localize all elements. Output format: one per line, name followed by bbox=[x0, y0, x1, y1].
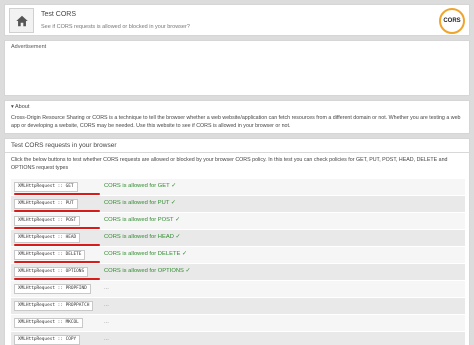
result-text: CORS is allowed for POST ✓ bbox=[104, 217, 180, 223]
annotation-underline bbox=[14, 193, 100, 195]
annotation-underline bbox=[14, 244, 100, 246]
test-row: XMLHttpRequest :: DELETE CORS is allowed… bbox=[11, 247, 465, 263]
request-button-proppatch[interactable]: XMLHttpRequest :: PROPPATCH bbox=[14, 301, 94, 311]
request-button-delete[interactable]: XMLHttpRequest :: DELETE bbox=[14, 250, 86, 260]
advertisement-label: Advertisement bbox=[11, 44, 47, 50]
test-row: XMLHttpRequest :: POST CORS is allowed f… bbox=[11, 213, 465, 229]
tests-panel: Test CORS requests in your browser Click… bbox=[4, 138, 470, 345]
page-title: Test CORS bbox=[41, 11, 77, 18]
annotation-underline bbox=[14, 210, 100, 212]
request-button-get[interactable]: XMLHttpRequest :: GET bbox=[14, 182, 78, 192]
about-panel: ▾ About Cross-Origin Resource Sharing or… bbox=[4, 100, 470, 134]
about-text: Cross-Origin Resource Sharing or CORS is… bbox=[11, 115, 461, 129]
test-row: XMLHttpRequest :: PROPPATCH ... bbox=[11, 298, 465, 314]
request-button-head[interactable]: XMLHttpRequest :: HEAD bbox=[14, 233, 81, 243]
cors-logo: CORS bbox=[439, 8, 465, 34]
request-button-copy[interactable]: XMLHttpRequest :: COPY bbox=[14, 335, 81, 345]
test-row: XMLHttpRequest :: HEAD CORS is allowed f… bbox=[11, 230, 465, 246]
about-toggle[interactable]: ▾ About bbox=[11, 104, 29, 110]
advertisement-panel: Advertisement bbox=[4, 40, 470, 96]
request-button-post[interactable]: XMLHttpRequest :: POST bbox=[14, 216, 81, 226]
result-text: ... bbox=[104, 319, 109, 325]
result-text: CORS is allowed for HEAD ✓ bbox=[104, 234, 181, 240]
result-text: CORS is allowed for DELETE ✓ bbox=[104, 251, 187, 257]
divider bbox=[5, 152, 469, 153]
page-subtitle: See if CORS requests is allowed or block… bbox=[41, 24, 190, 30]
tests-heading: Test CORS requests in your browser bbox=[11, 142, 117, 149]
test-row: XMLHttpRequest :: PROPFIND ... bbox=[11, 281, 465, 297]
result-text: ... bbox=[104, 336, 109, 342]
result-text: CORS is allowed for GET ✓ bbox=[104, 183, 177, 189]
result-text: ... bbox=[104, 302, 109, 308]
tests-description: Click the below buttons to test whether … bbox=[11, 157, 448, 171]
result-text: CORS is allowed for PUT ✓ bbox=[104, 200, 176, 206]
test-row: XMLHttpRequest :: MKCOL ... bbox=[11, 315, 465, 331]
test-row: XMLHttpRequest :: PUT CORS is allowed fo… bbox=[11, 196, 465, 212]
home-icon bbox=[15, 15, 28, 26]
request-button-mkcol[interactable]: XMLHttpRequest :: MKCOL bbox=[14, 318, 83, 328]
request-button-options[interactable]: XMLHttpRequest :: OPTIONS bbox=[14, 267, 89, 277]
request-button-propfind[interactable]: XMLHttpRequest :: PROPFIND bbox=[14, 284, 91, 294]
result-text: ... bbox=[104, 285, 109, 291]
result-text: CORS is allowed for OPTIONS ✓ bbox=[104, 268, 191, 274]
annotation-underline bbox=[14, 227, 100, 229]
annotation-underline bbox=[14, 278, 100, 280]
test-row: XMLHttpRequest :: GET CORS is allowed fo… bbox=[11, 179, 465, 195]
test-row: XMLHttpRequest :: OPTIONS CORS is allowe… bbox=[11, 264, 465, 280]
annotation-underline bbox=[14, 261, 100, 263]
page-header: Test CORS See if CORS requests is allowe… bbox=[4, 4, 470, 36]
home-button[interactable] bbox=[9, 8, 34, 33]
request-button-put[interactable]: XMLHttpRequest :: PUT bbox=[14, 199, 78, 209]
test-row: XMLHttpRequest :: COPY ... bbox=[11, 332, 465, 345]
